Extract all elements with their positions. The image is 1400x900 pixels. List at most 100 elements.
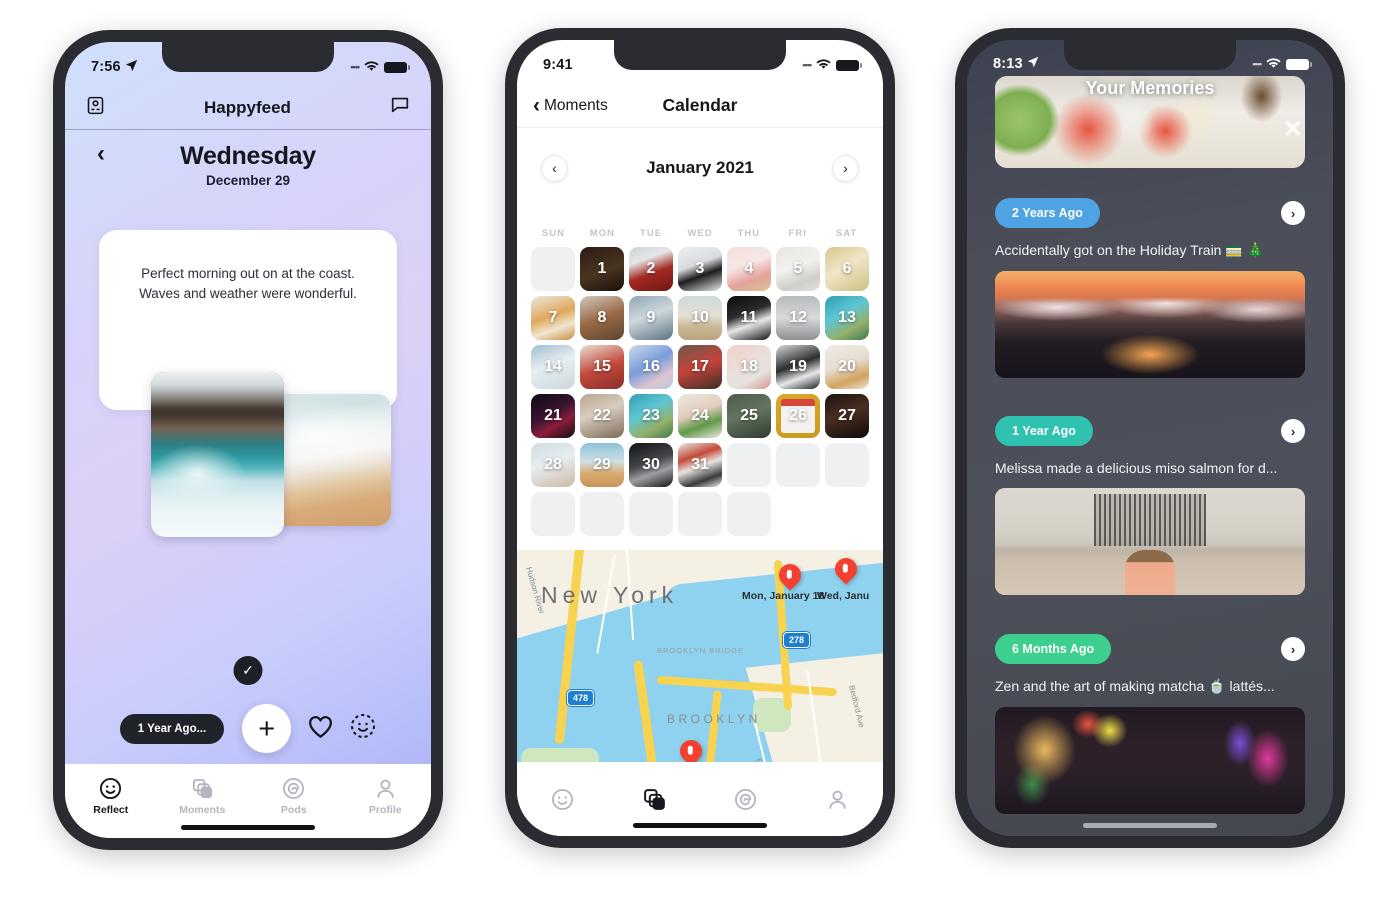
calendar-day-number: 7 xyxy=(548,309,558,326)
calendar-day-cell[interactable]: 11 xyxy=(727,296,771,340)
tab-label: Moments xyxy=(179,804,226,816)
calendar-day-cell[interactable]: 13 xyxy=(825,296,869,340)
calendar-day-cell[interactable]: 25 xyxy=(727,394,771,438)
location-arrow-icon xyxy=(125,59,138,76)
chevron-right-circle-icon[interactable]: › xyxy=(1281,419,1305,443)
calendar-day-cell[interactable]: 1 xyxy=(580,247,624,291)
memory-pill-button[interactable]: 1 Year Ago... xyxy=(119,713,225,744)
calendar-day-cell[interactable]: 26 xyxy=(776,394,820,438)
next-month-button[interactable]: › xyxy=(832,154,859,182)
chevron-right-circle-icon[interactable]: › xyxy=(1281,201,1305,225)
memory-card: 1 Year Ago › Melissa made a delicious mi… xyxy=(995,416,1305,595)
wifi-icon xyxy=(1266,57,1281,72)
tab-pods[interactable] xyxy=(700,785,792,813)
calendar-day-number: 1 xyxy=(597,260,607,277)
calendar-day-cell[interactable]: 17 xyxy=(678,345,722,389)
memory-photo[interactable] xyxy=(995,488,1305,595)
calendar-day-cell[interactable]: 3 xyxy=(678,247,722,291)
calendar-day-cell[interactable]: 27 xyxy=(825,394,869,438)
map-pin-label: Mon, January 18 xyxy=(742,590,825,602)
calendar-day-cell[interactable]: 19 xyxy=(776,345,820,389)
day-date: December 29 xyxy=(205,173,291,188)
mood-face-dashed-icon[interactable] xyxy=(350,713,376,744)
calendar-day-number: 9 xyxy=(646,309,656,326)
calendar-cell-empty xyxy=(678,492,722,536)
tab-moments[interactable] xyxy=(609,785,701,813)
highway-shield: 478 xyxy=(567,690,595,706)
calendar-day-cell[interactable]: 2 xyxy=(629,247,673,291)
signal-dots-icon: •••• xyxy=(802,60,812,70)
locations-map[interactable]: New York BROOKLYN BROOKLYN BRIDGE Hudson… xyxy=(517,550,883,762)
street-label: Bedford Ave xyxy=(847,684,867,729)
calendar-day-number: 17 xyxy=(691,358,709,375)
calendar-day-cell[interactable]: 24 xyxy=(678,394,722,438)
prev-month-button[interactable]: ‹ xyxy=(541,154,568,182)
person-icon xyxy=(340,774,432,802)
calendar-cell-empty xyxy=(776,443,820,487)
calendar-day-cell[interactable]: 14 xyxy=(531,345,575,389)
calendar-day-cell[interactable]: 12 xyxy=(776,296,820,340)
highway-shield: 278 xyxy=(783,632,811,648)
calendar-day-cell[interactable]: 31 xyxy=(678,443,722,487)
action-row: 1 Year Ago... + xyxy=(65,704,431,753)
calendar-day-cell[interactable]: 8 xyxy=(580,296,624,340)
memory-photo[interactable] xyxy=(995,707,1305,814)
calendar-day-cell[interactable]: 6 xyxy=(825,247,869,291)
memory-photo[interactable] xyxy=(995,271,1305,378)
home-indicator xyxy=(1083,823,1217,828)
close-x-icon[interactable]: ✕ xyxy=(1283,118,1303,142)
bridge-label: BROOKLYN BRIDGE xyxy=(657,646,744,655)
city-label: New York xyxy=(541,582,679,608)
borough-label: BROOKLYN xyxy=(667,712,761,726)
tab-reflect[interactable] xyxy=(517,785,609,813)
calendar-day-number: 2 xyxy=(646,260,656,277)
tab-profile[interactable]: Profile xyxy=(340,774,432,816)
calendar-day-cell[interactable]: 23 xyxy=(629,394,673,438)
calendar-day-cell[interactable]: 18 xyxy=(727,345,771,389)
calendar-day-cell[interactable]: 20 xyxy=(825,345,869,389)
journal-icon[interactable] xyxy=(85,95,106,121)
calendar-day-cell[interactable]: 21 xyxy=(531,394,575,438)
calendar-day-cell[interactable]: 16 xyxy=(629,345,673,389)
notch xyxy=(162,42,334,72)
calendar-day-cell[interactable]: 29 xyxy=(580,443,624,487)
memory-card: 2 Years Ago › Accidentally got on the Ho… xyxy=(995,198,1305,378)
calendar-cell-empty xyxy=(629,492,673,536)
tab-reflect[interactable]: Reflect xyxy=(65,774,157,816)
calendar-day-cell[interactable]: 10 xyxy=(678,296,722,340)
calendar-day-cell[interactable]: 5 xyxy=(776,247,820,291)
tab-pods[interactable]: Pods xyxy=(248,774,340,816)
wifi-icon xyxy=(364,60,379,75)
entry-text: Perfect morning out on at the coast. Wav… xyxy=(139,266,357,301)
day-name: Wednesday xyxy=(180,142,316,170)
entry-photo-beach[interactable] xyxy=(271,394,391,526)
calendar-day-number: 25 xyxy=(740,407,758,424)
tab-profile[interactable] xyxy=(792,785,884,813)
calendar-day-cell[interactable]: 28 xyxy=(531,443,575,487)
memory-text: Zen and the art of making matcha 🍵 latté… xyxy=(995,678,1275,694)
calendar-day-cell[interactable]: 9 xyxy=(629,296,673,340)
calendar-day-cell[interactable]: 15 xyxy=(580,345,624,389)
calendar-day-number: 6 xyxy=(842,260,852,277)
tab-moments[interactable]: Moments xyxy=(157,774,249,816)
calendar-day-cell[interactable]: 4 xyxy=(727,247,771,291)
heart-outline-icon[interactable] xyxy=(307,714,334,744)
chat-bubble-icon[interactable] xyxy=(389,94,411,121)
signal-dots-icon: •••• xyxy=(1252,59,1262,69)
add-button[interactable]: + xyxy=(242,704,292,753)
calendar-day-cell[interactable]: 22 xyxy=(580,394,624,438)
calendar-day-number: 21 xyxy=(544,407,562,424)
phone-3-screen: 8:13 •••• Your Memories ✕ 2 Years Ago › xyxy=(967,40,1333,836)
page-title: Calendar xyxy=(662,95,738,115)
entry-photo-surf[interactable] xyxy=(151,372,284,537)
check-circle-icon[interactable]: ✓ xyxy=(233,656,263,685)
calendar-day-cell[interactable]: 30 xyxy=(629,443,673,487)
smiley-face-icon xyxy=(517,785,609,813)
calendar-day-number: 19 xyxy=(789,358,807,375)
memory-text: Melissa made a delicious miso salmon for… xyxy=(995,460,1278,476)
top-nav-bar: ‹ Moments Calendar xyxy=(517,84,883,128)
chevron-right-circle-icon[interactable]: › xyxy=(1281,637,1305,661)
location-arrow-icon xyxy=(1027,56,1039,72)
status-time: 7:56 xyxy=(91,59,121,75)
calendar-day-cell[interactable]: 7 xyxy=(531,296,575,340)
